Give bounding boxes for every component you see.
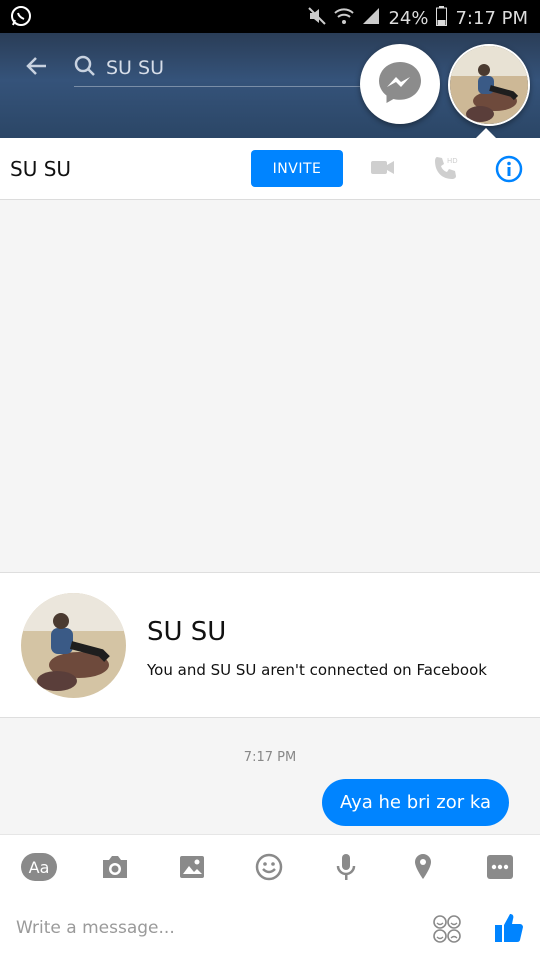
profile-name: SU SU [147, 617, 227, 647]
back-arrow-icon[interactable] [24, 53, 50, 83]
search-icon [74, 55, 96, 81]
sticker-icon[interactable] [432, 914, 462, 948]
clock: 7:17 PM [455, 8, 528, 29]
messenger-icon [376, 58, 424, 110]
chathead-pointer [476, 128, 496, 138]
like-icon[interactable] [494, 912, 524, 948]
whatsapp-icon [10, 5, 32, 31]
svg-text:HD: HD [447, 157, 458, 165]
status-bar: 24% 7:17 PM [0, 0, 540, 33]
search-field[interactable]: SU SU [74, 49, 364, 87]
search-query: SU SU [106, 56, 164, 79]
emoji-icon[interactable] [251, 849, 287, 885]
message-timestamp: 7:17 PM [243, 750, 297, 765]
message-input[interactable]: Write a message... [16, 918, 175, 938]
messenger-chathead[interactable] [360, 44, 440, 124]
location-icon[interactable] [405, 849, 441, 885]
camera-icon[interactable] [97, 849, 133, 885]
conversation-header: SU SU INVITE HD [0, 138, 540, 200]
invite-button[interactable]: INVITE [251, 150, 343, 187]
battery-percent: 24% [388, 8, 429, 29]
signal-icon [362, 7, 380, 30]
aa-icon: Aa [21, 853, 57, 881]
connection-status: You and SU SU aren't connected on Facebo… [147, 661, 487, 679]
battery-icon [436, 6, 448, 31]
mute-icon [308, 7, 327, 30]
profile-card: SU SU You and SU SU aren't connected on … [0, 572, 540, 718]
contact-name[interactable]: SU SU [10, 157, 71, 181]
composer-toolbar: Aa [0, 834, 540, 898]
hd-voice-call-icon[interactable]: HD [432, 154, 460, 186]
sent-message-bubble[interactable]: Aya he bri zor ka [322, 779, 509, 826]
message-composer[interactable]: Write a message... [0, 898, 540, 960]
text-format-button[interactable]: Aa [20, 849, 58, 885]
microphone-icon[interactable] [328, 849, 364, 885]
wifi-icon [334, 7, 355, 30]
video-call-icon[interactable] [370, 154, 396, 184]
chat-area[interactable] [0, 200, 540, 834]
more-icon[interactable] [482, 849, 518, 885]
gallery-icon[interactable] [174, 849, 210, 885]
info-icon[interactable] [495, 155, 523, 187]
avatar[interactable] [21, 593, 126, 698]
contact-chathead-avatar[interactable] [448, 44, 530, 126]
